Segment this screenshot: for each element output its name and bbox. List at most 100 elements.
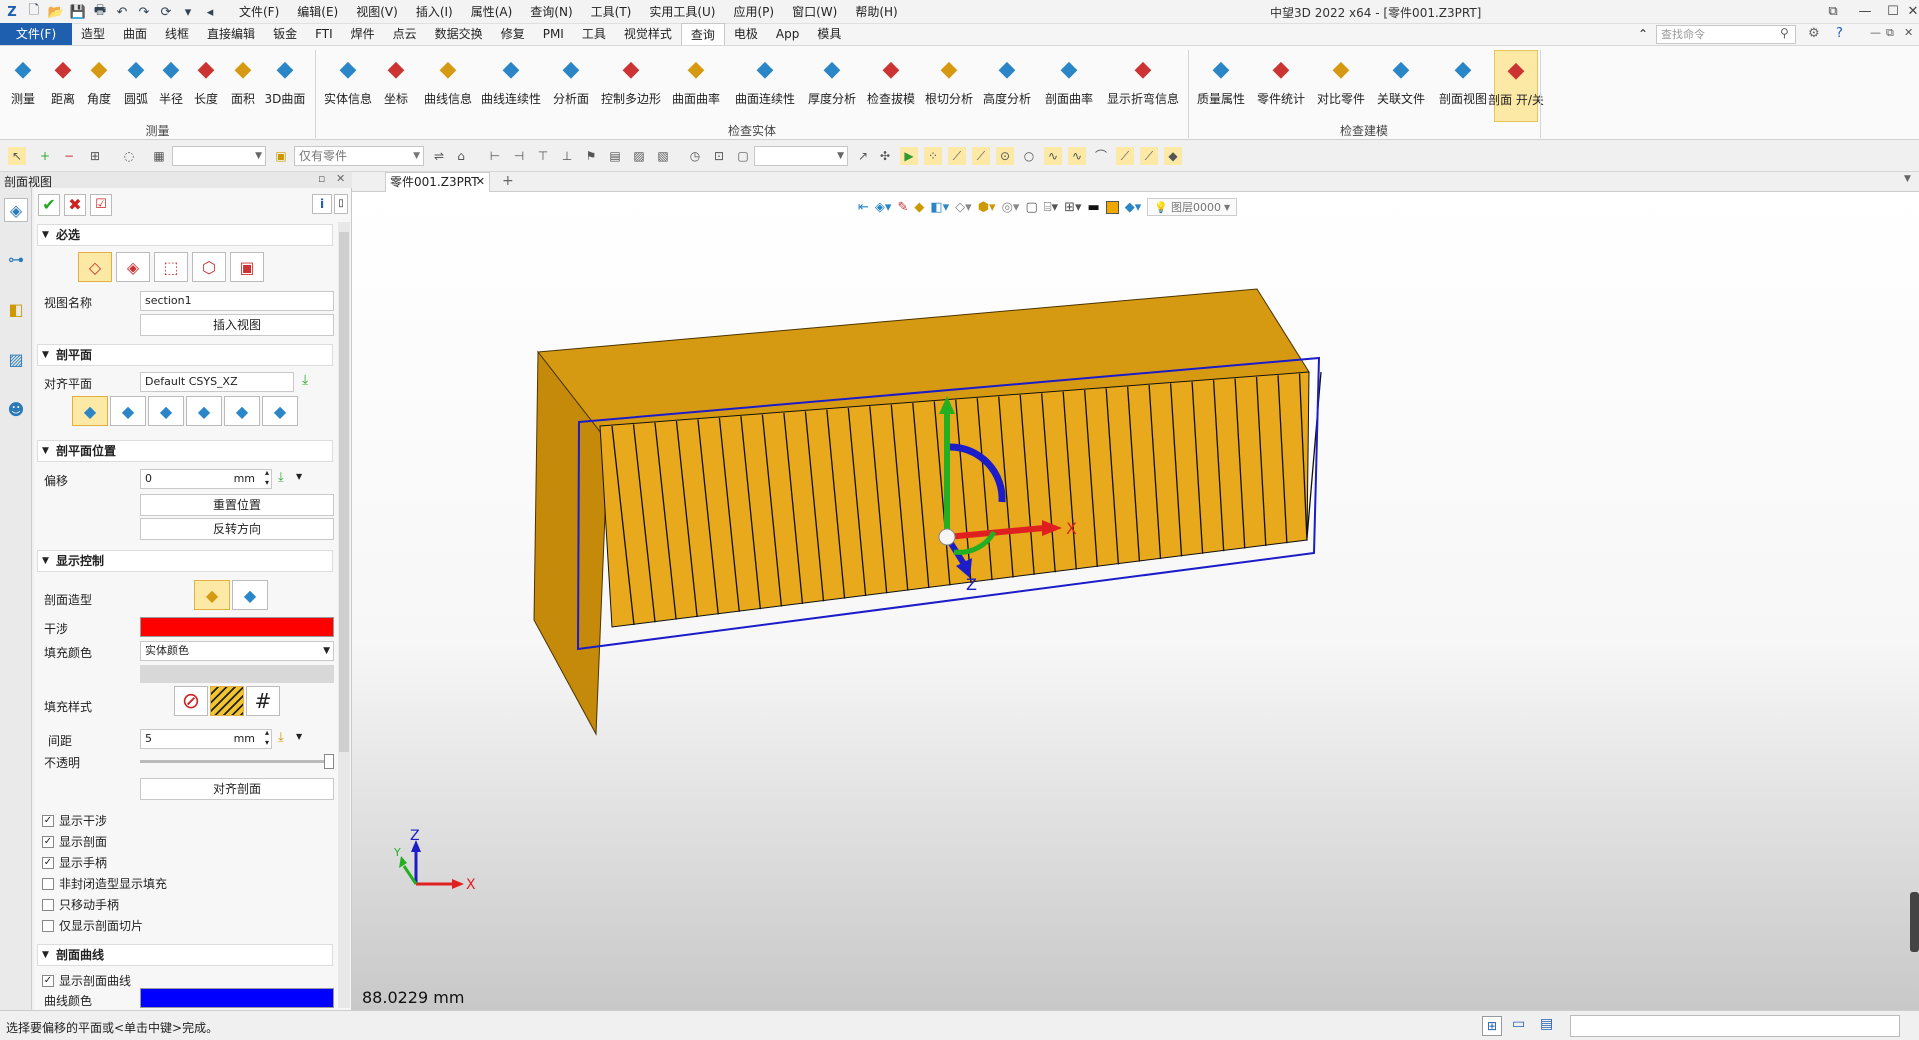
new-file-icon[interactable]: 🗋 bbox=[24, 2, 44, 22]
ribbon-tab[interactable]: 电极 bbox=[725, 23, 767, 45]
model-button-4[interactable]: ◆ 剖面视图 bbox=[1436, 50, 1490, 122]
selection-dropdown[interactable]: ▼ bbox=[172, 146, 266, 166]
spinner-icon[interactable]: ▴ ▾ bbox=[265, 468, 269, 488]
cursor-icon[interactable]: ↗ bbox=[854, 147, 872, 165]
ribbon-tab[interactable]: 查询 bbox=[680, 23, 725, 45]
display-option-checkbox[interactable] bbox=[42, 898, 54, 911]
curve-snap-icon[interactable]: ∿ bbox=[1068, 147, 1086, 165]
display-option-checkbox[interactable] bbox=[42, 877, 54, 890]
help-icon[interactable]: ? bbox=[1836, 26, 1843, 41]
menu-item[interactable]: 帮助(H) bbox=[846, 3, 906, 21]
doc-close-icon[interactable]: ✕ bbox=[1904, 26, 1913, 39]
display-option-row[interactable]: 非封闭造型显示填充 bbox=[42, 873, 167, 894]
cube-section-icon[interactable]: ▣ bbox=[230, 252, 264, 282]
show-curve-checkbox[interactable]: ✓ bbox=[42, 974, 54, 987]
reset-position-button[interactable]: 重置位置 bbox=[140, 494, 334, 516]
frame-icon[interactable]: ▢ bbox=[734, 147, 752, 165]
menu-item[interactable]: 文件(F) bbox=[230, 3, 288, 21]
menu-item[interactable]: 工具(T) bbox=[582, 3, 641, 21]
menu-item[interactable]: 窗口(W) bbox=[783, 3, 846, 21]
menu-item[interactable]: 查询(N) bbox=[521, 3, 581, 21]
ribbon-tab[interactable]: 数据交换 bbox=[426, 23, 492, 45]
spinner-icon[interactable]: ▴ ▾ bbox=[265, 728, 269, 748]
ribbon-tab[interactable]: 点云 bbox=[384, 23, 426, 45]
parallel-section-icon[interactable]: ◈ bbox=[116, 252, 150, 282]
picture-icon[interactable]: ▧ bbox=[654, 147, 672, 165]
section-header-curves[interactable]: 剖面曲线 bbox=[37, 944, 333, 966]
undo-icon[interactable]: ↶ bbox=[112, 2, 132, 22]
ribbon-tab[interactable]: 造型 bbox=[72, 23, 114, 45]
doc-minimize-icon[interactable]: — bbox=[1870, 26, 1881, 39]
filter-dropdown[interactable]: 仅有零件 ▼ bbox=[294, 146, 424, 166]
add-icon[interactable]: + bbox=[36, 147, 54, 165]
check-button-13[interactable]: ◆ 显示折弯信息 bbox=[1102, 50, 1184, 122]
clock-icon[interactable]: ◷ bbox=[686, 147, 704, 165]
section-header-plane[interactable]: 剖平面 bbox=[37, 344, 333, 366]
measure-button-3[interactable]: ◆ 圆弧 bbox=[120, 50, 152, 122]
ribbon-tab[interactable]: 线框 bbox=[156, 23, 198, 45]
plane-yz-icon[interactable]: ◆ bbox=[110, 396, 146, 426]
display-option-row[interactable]: 仅显示剖面切片 bbox=[42, 915, 167, 936]
align-right-icon[interactable]: ⊤ bbox=[534, 147, 552, 165]
box-select-icon[interactable]: ⊞ bbox=[86, 147, 104, 165]
restore-icon[interactable]: ⧉ bbox=[1820, 2, 1846, 22]
surface-section-icon[interactable]: ◆ bbox=[232, 580, 268, 610]
no-fill-icon[interactable]: ⊘ bbox=[174, 686, 208, 716]
print-icon[interactable]: 🖶 bbox=[90, 2, 110, 22]
menu-item[interactable]: 实用工具(U) bbox=[640, 3, 724, 21]
check-button-1[interactable]: ◆ 坐标 bbox=[376, 50, 416, 122]
ribbon-tab[interactable]: 焊件 bbox=[342, 23, 384, 45]
offset-input[interactable]: 0 mm ▴ ▾ bbox=[140, 468, 272, 489]
model-button-3[interactable]: ◆ 关联文件 bbox=[1374, 50, 1428, 122]
tab-list-icon[interactable]: ▼ bbox=[1904, 174, 1911, 184]
model-button-0[interactable]: ◆ 质量属性 bbox=[1194, 50, 1248, 122]
chevron-down-icon[interactable]: ▼ bbox=[296, 472, 302, 481]
refresh-icon[interactable]: ⟳ bbox=[156, 2, 176, 22]
spacing-input[interactable]: 5 mm ▴ ▾ bbox=[140, 728, 272, 749]
display-option-checkbox[interactable]: ✓ bbox=[42, 814, 54, 827]
arc-snap-icon[interactable]: ⌒ bbox=[1092, 147, 1110, 165]
part-icon[interactable]: ◧ bbox=[4, 298, 28, 322]
ribbon-tab[interactable]: 修复 bbox=[492, 23, 534, 45]
ribbon-tab[interactable]: PMI bbox=[534, 23, 573, 45]
align-left-icon[interactable]: ⊢ bbox=[486, 147, 504, 165]
view-name-input[interactable]: section1 bbox=[140, 291, 334, 311]
align-section-button[interactable]: 对齐剖面 bbox=[140, 778, 334, 800]
command-input[interactable] bbox=[1570, 1015, 1900, 1037]
display-option-checkbox[interactable]: ✓ bbox=[42, 835, 54, 848]
plane-xz-icon[interactable]: ◆ bbox=[148, 396, 184, 426]
pin-icon[interactable]: ▫ bbox=[318, 172, 325, 185]
circle-snap-icon[interactable]: ○ bbox=[1020, 147, 1038, 165]
doc-restore-icon[interactable]: ⧉ bbox=[1886, 26, 1894, 40]
measure-button-6[interactable]: ◆ 面积 bbox=[228, 50, 258, 122]
check-button-5[interactable]: ◆ 控制多边形 bbox=[600, 50, 662, 122]
wave-snap-icon[interactable]: ∿ bbox=[1044, 147, 1062, 165]
ribbon-tab[interactable]: 直接编辑 bbox=[198, 23, 264, 45]
select-icon[interactable]: ↖ bbox=[8, 147, 26, 165]
interference-color-swatch[interactable] bbox=[140, 617, 334, 637]
pick-icon[interactable]: ✣ bbox=[876, 147, 894, 165]
pick-plane-icon[interactable]: ⤓ bbox=[302, 372, 308, 388]
check-button-4[interactable]: ◆ 分析面 bbox=[548, 50, 594, 122]
command-search-input[interactable]: 查找命令 bbox=[1656, 25, 1796, 44]
check-button-7[interactable]: ◆ 曲面连续性 bbox=[732, 50, 798, 122]
section-header-position[interactable]: 剖平面位置 bbox=[37, 440, 333, 462]
ribbon-tab[interactable]: 钣金 bbox=[264, 23, 306, 45]
menu-item[interactable]: 编辑(E) bbox=[288, 3, 347, 21]
ribbon-tab[interactable]: FTI bbox=[306, 23, 342, 45]
new-tab-icon[interactable]: + bbox=[502, 173, 514, 189]
dropdown-icon[interactable]: ▾ bbox=[178, 2, 198, 22]
panel-scrollbar[interactable] bbox=[338, 222, 350, 1008]
center-snap-icon[interactable]: ⊙ bbox=[996, 147, 1014, 165]
history-tree-icon[interactable]: ⊶ bbox=[4, 248, 28, 272]
tool-icon[interactable]: ⌂ bbox=[452, 147, 470, 165]
check-button-2[interactable]: ◆ 曲线信息 bbox=[420, 50, 476, 122]
check-button-3[interactable]: ◆ 曲线连续性 bbox=[480, 50, 542, 122]
measure-button-7[interactable]: ◆ 3D曲面 bbox=[262, 50, 308, 122]
check-button-8[interactable]: ◆ 厚度分析 bbox=[804, 50, 860, 122]
apply-icon[interactable]: ☑ bbox=[90, 194, 112, 216]
back-icon[interactable]: ◂ bbox=[200, 2, 220, 22]
snap-dropdown[interactable]: ▼ bbox=[754, 146, 848, 166]
model-button-1[interactable]: ◆ 零件统计 bbox=[1254, 50, 1308, 122]
open-file-icon[interactable]: 📂 bbox=[46, 2, 66, 22]
